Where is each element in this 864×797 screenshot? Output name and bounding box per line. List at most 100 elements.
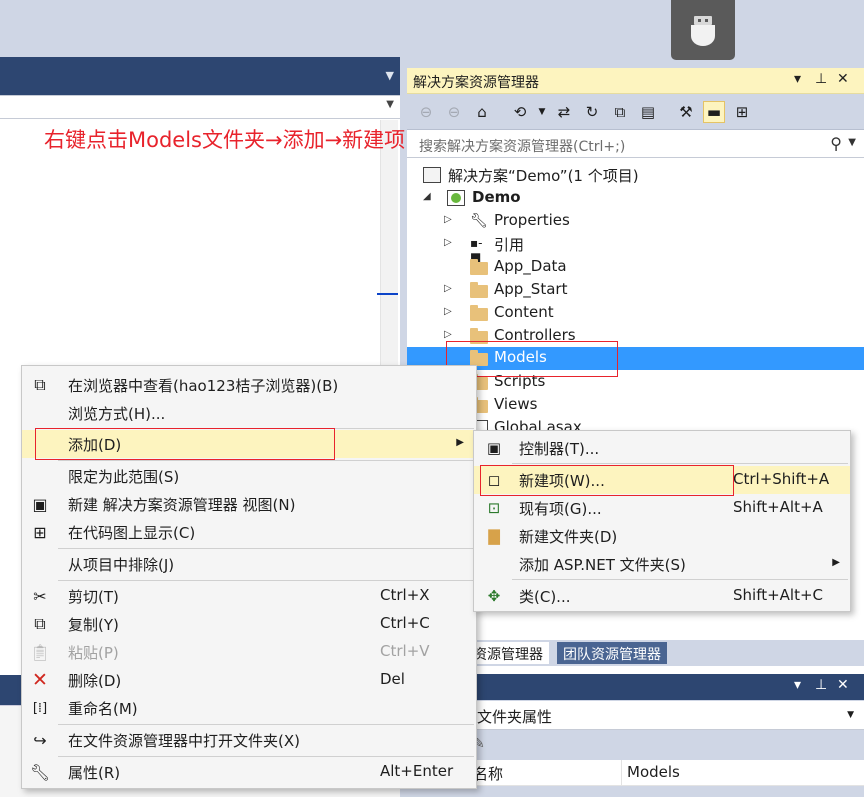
search-icon[interactable]: ⚲ [830, 134, 842, 153]
menu-item-delete[interactable]: ✕ 删除(D) Del [22, 666, 476, 694]
submenu-item-add-aspnet-folder[interactable]: 添加 ASP.NET 文件夹(S) ▶ [474, 550, 850, 578]
menu-item-shortcut: Ctrl+V [380, 642, 430, 660]
annotation-text: 右键点击Models文件夹→添加→新建项 [44, 128, 406, 152]
navigation-dropdown[interactable]: ▼ [0, 95, 400, 119]
sync-icon[interactable]: ⇄ [553, 101, 575, 123]
submenu-arrow-icon: ▶ [456, 437, 464, 448]
collapse-arrow-icon[interactable]: ◢ [423, 191, 431, 202]
tab-list-dropdown[interactable]: ▼ [386, 69, 394, 82]
menu-separator [58, 548, 474, 549]
code-map-icon[interactable]: ⊞ [731, 101, 753, 123]
menu-separator [512, 463, 848, 464]
submenu-item-controller[interactable]: ▣ 控制器(T)... [474, 434, 850, 462]
expand-arrow-icon[interactable]: ▷ [444, 214, 452, 225]
menu-item-label: 现有项(G)... [519, 500, 602, 518]
tree-item-app-data[interactable]: App_Data [407, 256, 864, 279]
home-icon[interactable]: ⌂ [471, 101, 493, 123]
chevron-down-icon: ▼ [386, 99, 394, 110]
show-all-files-icon[interactable]: ▤ [637, 101, 659, 123]
menu-separator [58, 724, 474, 725]
menu-item-copy[interactable]: ⧉ 复制(Y) Ctrl+C [22, 610, 476, 638]
window-position-dropdown[interactable]: ▾ [794, 677, 801, 693]
copy-icon: ⧉ [34, 614, 46, 633]
tree-item-content[interactable]: ▷ Content [407, 302, 864, 325]
expand-arrow-icon[interactable]: ▷ [444, 329, 452, 340]
submenu-item-existing-item[interactable]: ⊡ 现有项(G)... Shift+Alt+A [474, 494, 850, 522]
code-map-icon: ⊞ [33, 522, 47, 542]
menu-item-shortcut: Del [380, 670, 405, 688]
menu-item-label: 从项目中排除(J) [68, 556, 175, 574]
menu-item-cut[interactable]: ✂ 剪切(T) Ctrl+X [22, 582, 476, 610]
controller-icon: ▣ [486, 439, 502, 457]
menu-item-new-explorer-view[interactable]: ▣ 新建 解决方案资源管理器 视图(N) [22, 490, 476, 518]
tree-item-label: App_Data [494, 257, 567, 275]
menu-item-label: 属性(R) [68, 764, 121, 782]
menu-item-rename[interactable]: [⁞] 重命名(M) [22, 694, 476, 722]
search-input[interactable]: 搜索解决方案资源管理器(Ctrl+;) [419, 136, 625, 156]
tab-solution-explorer[interactable]: 资源管理器 [467, 642, 549, 664]
folder-icon [470, 305, 488, 321]
submenu-arrow-icon: ▶ [832, 557, 840, 568]
solution-explorer-title-bar: 解决方案资源管理器 ▾ ⊥ ✕ [407, 68, 864, 94]
menu-item-show-on-code-map[interactable]: ⊞ 在代码图上显示(C) [22, 518, 476, 546]
menu-item-properties[interactable]: 🔧︎ 属性(R) Alt+Enter [22, 758, 476, 786]
solution-explorer-search[interactable]: 搜索解决方案资源管理器(Ctrl+;) ⚲ ▼ [407, 131, 864, 158]
refresh-icon[interactable]: ↻ [581, 101, 603, 123]
close-icon[interactable]: ✕ [837, 71, 849, 87]
expand-arrow-icon[interactable]: ▷ [444, 306, 452, 317]
tree-item-label: App_Start [494, 280, 568, 298]
editor-tab-strip: ▼ [0, 57, 400, 95]
menu-item-scope-to-this[interactable]: 限定为此范围(S) [22, 462, 476, 490]
new-folder-icon: ▇ [488, 527, 500, 545]
tree-item-references[interactable]: ▷ ▪-■ 引用 [407, 233, 864, 264]
menu-item-label: 在文件资源管理器中打开文件夹(X) [68, 732, 300, 750]
floating-widget[interactable] [671, 0, 735, 60]
back-icon[interactable]: ⊖ [415, 101, 437, 123]
scroll-marker [377, 293, 398, 295]
menu-item-shortcut: Ctrl+Shift+A [733, 470, 830, 488]
menu-item-label: 控制器(T)... [519, 440, 600, 458]
expand-arrow-icon[interactable]: ▷ [444, 237, 452, 248]
menu-item-paste[interactable]: 📋︎ 粘贴(P) Ctrl+V [22, 638, 476, 666]
chevron-down-icon[interactable]: ▼ [531, 101, 553, 123]
menu-item-shortcut: Ctrl+X [380, 586, 430, 604]
folder-icon [470, 259, 488, 275]
property-divider [621, 760, 622, 786]
properties-icon[interactable]: ⚒ [675, 101, 697, 123]
tree-item-properties[interactable]: ▷ 🔧︎ Properties [407, 210, 864, 233]
menu-item-label: 类(C)... [519, 588, 571, 606]
expand-arrow-icon[interactable]: ▷ [444, 283, 452, 294]
new-view-icon: ▣ [32, 494, 48, 514]
menu-item-view-in-browser[interactable]: ⧉ 在浏览器中查看(hao123桔子浏览器)(B) [22, 371, 476, 399]
tab-team-explorer[interactable]: 团队资源管理器 [557, 642, 667, 664]
pending-changes-filter-icon[interactable]: ⟲ [509, 101, 531, 123]
tree-item-label: Content [494, 303, 554, 321]
menu-item-open-in-file-explorer[interactable]: ↪ 在文件资源管理器中打开文件夹(X) [22, 726, 476, 754]
menu-item-browse-with[interactable]: 浏览方式(H)... [22, 399, 476, 427]
pin-icon[interactable]: ⊥ [815, 71, 827, 87]
window-position-dropdown[interactable]: ▾ [794, 71, 801, 87]
menu-item-label: 在浏览器中查看(hao123桔子浏览器)(B) [68, 377, 339, 395]
web-project-icon [447, 190, 465, 206]
add-submenu: ▣ 控制器(T)... ◻ 新建项(W)... Ctrl+Shift+A ⊡ 现… [473, 430, 851, 612]
close-icon[interactable]: ✕ [837, 677, 849, 693]
folder-icon [470, 282, 488, 298]
rename-icon: [⁞] [32, 700, 48, 716]
forward-icon[interactable]: ⊖ [443, 101, 465, 123]
chevron-down-icon[interactable]: ▼ [847, 710, 854, 720]
tree-item-solution[interactable]: 解决方案“Demo”(1 个项目) [407, 164, 864, 187]
preview-selected-icon[interactable]: ▬ [703, 101, 725, 123]
collapse-all-icon[interactable]: ⧉ [609, 101, 631, 123]
chevron-down-icon[interactable]: ▼ [848, 137, 856, 148]
references-icon: ▪-■ [470, 236, 483, 264]
tree-item-app-start[interactable]: ▷ App_Start [407, 279, 864, 302]
pin-icon[interactable]: ⊥ [815, 677, 827, 693]
submenu-item-class[interactable]: ✥ 类(C)... Shift+Alt+C [474, 582, 850, 610]
submenu-item-new-folder[interactable]: ▇ 新建文件夹(D) [474, 522, 850, 550]
menu-item-exclude-from-project[interactable]: 从项目中排除(J) [22, 550, 476, 578]
property-value[interactable]: Models [627, 763, 680, 781]
tree-item-project[interactable]: ◢ Demo [407, 187, 864, 210]
menu-item-label: 新建文件夹(D) [519, 528, 618, 546]
solution-explorer-toolbar: ⊖ ⊖ ⌂ ⟲ ▼ ⇄ ↻ ⧉ ▤ ⚒ ▬ ⊞ [407, 94, 864, 130]
class-icon: ✥ [487, 587, 501, 605]
